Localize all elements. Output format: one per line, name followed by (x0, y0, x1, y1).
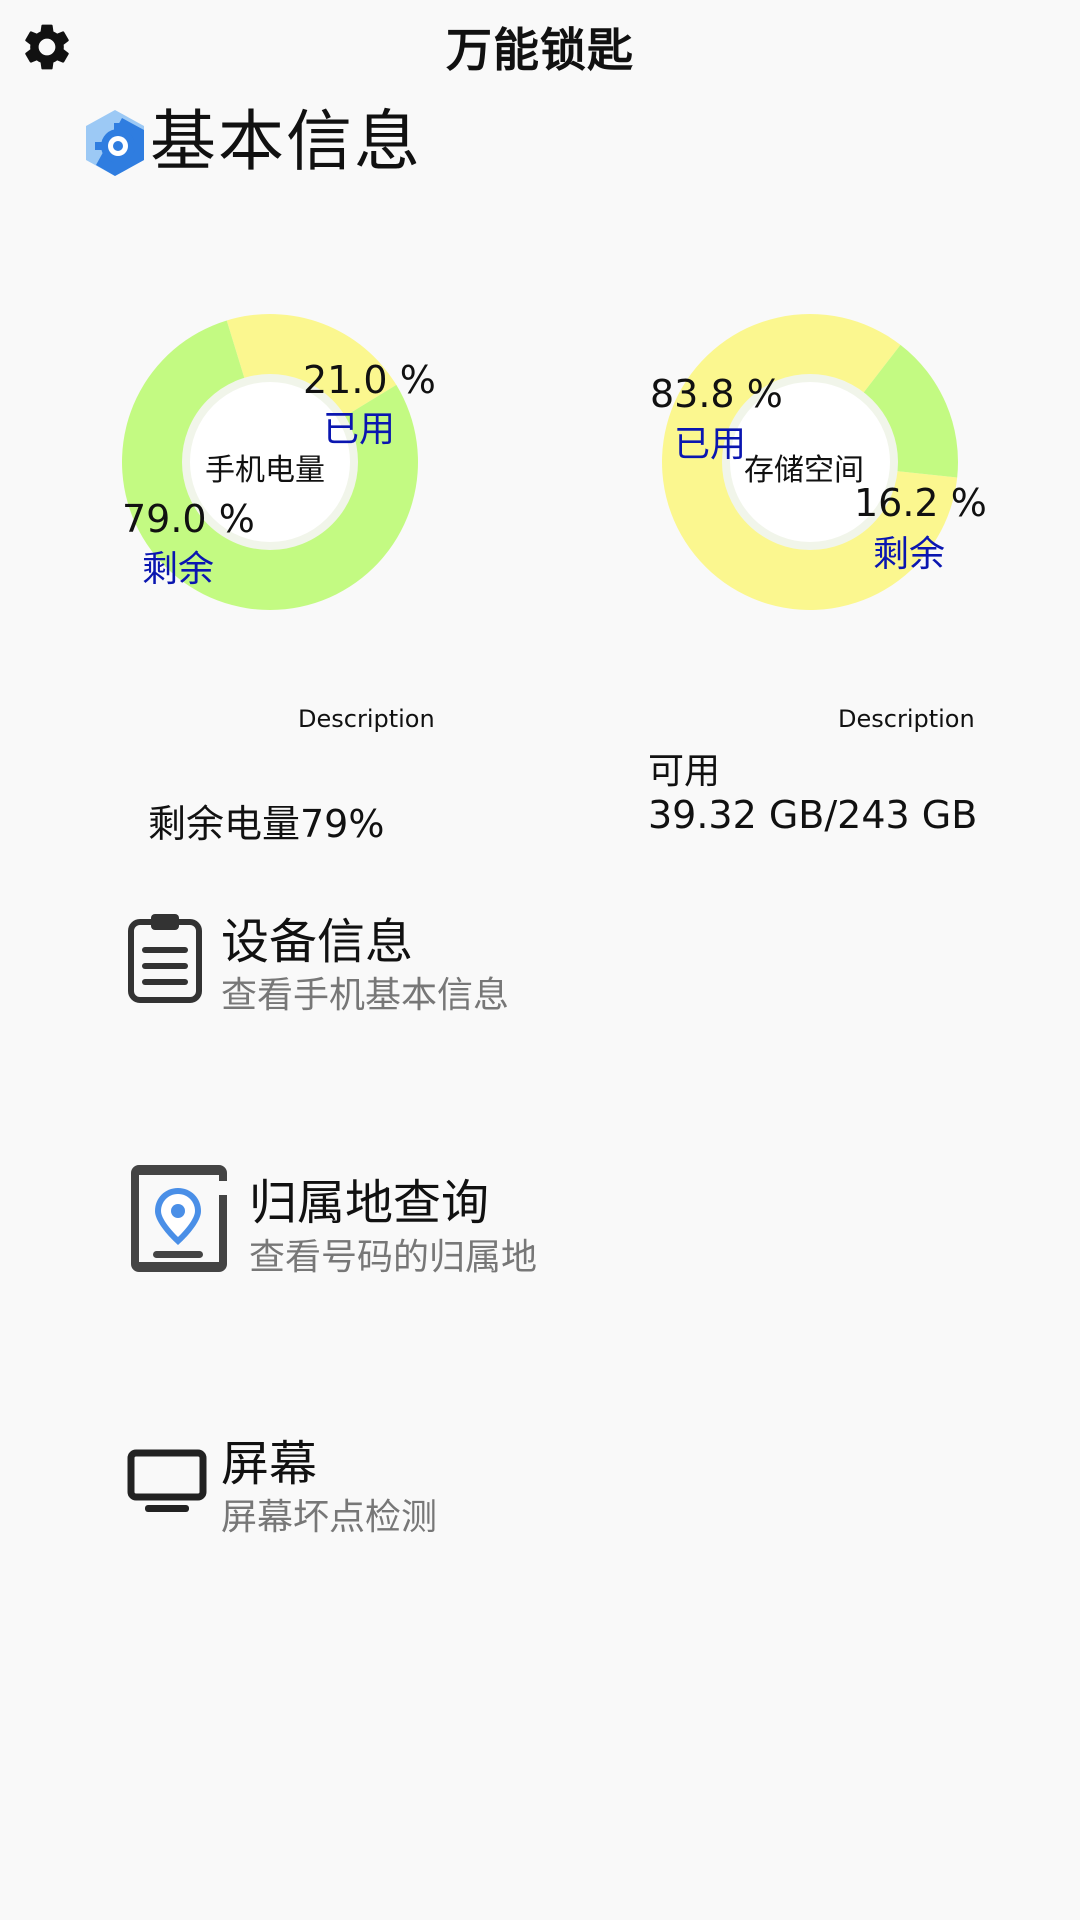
section-title: 基本信息 (150, 103, 422, 180)
battery-chart-center-label: 手机电量 (205, 453, 325, 488)
list-item-title: 归属地查询 (249, 1175, 490, 1231)
storage-used-percent: 83.8 % (650, 372, 783, 416)
list-item-subtitle: 查看号码的归属地 (249, 1237, 538, 1278)
battery-remain-label: 剩余 (142, 549, 215, 590)
list-item-location-lookup[interactable]: 归属地查询 查看号码的归属地 (120, 1158, 1020, 1298)
storage-available-label: 可用 (648, 751, 721, 792)
list-item-device-info[interactable]: 设备信息 查看手机基本信息 (120, 900, 1020, 1040)
list-item-title: 屏幕 (221, 1436, 318, 1492)
battery-chart-description: Description (298, 705, 435, 733)
list-item-title: 设备信息 (221, 914, 414, 970)
storage-chart-description: Description (838, 705, 975, 733)
storage-remain-label: 剩余 (873, 534, 946, 575)
location-pin-icon (131, 1165, 227, 1272)
list-item-subtitle: 查看手机基本信息 (221, 975, 510, 1016)
clipboard-icon (128, 914, 202, 1003)
storage-chart-center-label: 存储空间 (744, 453, 864, 488)
battery-used-label: 已用 (323, 409, 396, 450)
app-header: 万能锁匙 (0, 0, 1080, 100)
list-item-screen[interactable]: 屏幕 屏幕坏点检测 (120, 1422, 1020, 1562)
storage-remain-percent: 16.2 % (854, 481, 987, 525)
app-title: 万能锁匙 (446, 23, 634, 77)
battery-remaining-text: 剩余电量79% (148, 802, 385, 846)
battery-remain-percent: 79.0 % (122, 497, 255, 541)
battery-used-percent: 21.0 % (303, 358, 436, 402)
monitor-icon (127, 1449, 207, 1512)
storage-used-label: 已用 (674, 424, 747, 465)
storage-available-value: 39.32 GB/243 GB (648, 793, 978, 837)
settings-badge-icon (86, 110, 144, 176)
list-item-subtitle: 屏幕坏点检测 (221, 1497, 438, 1538)
